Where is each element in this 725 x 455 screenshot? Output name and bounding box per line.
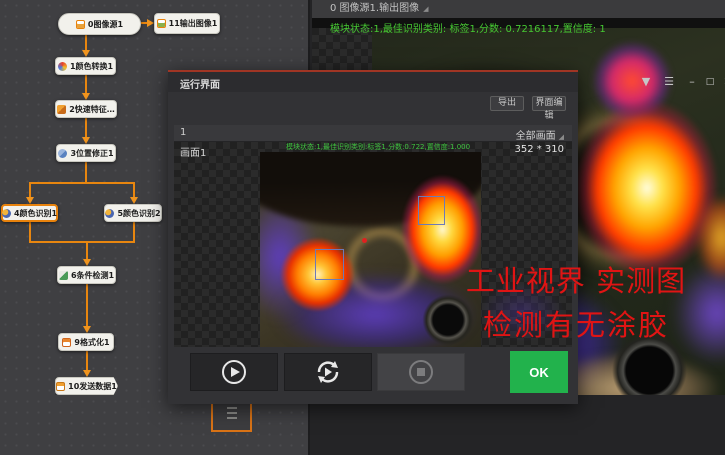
connector (86, 241, 88, 259)
close-icon[interactable]: ✕ (720, 75, 725, 89)
node-label: 4颜色识别1 (14, 208, 57, 219)
arrowhead (130, 197, 138, 204)
position-fix-icon (58, 149, 67, 158)
connector (85, 35, 87, 51)
flow-node-partial[interactable] (211, 404, 252, 432)
output-image-icon (157, 19, 166, 28)
send-data-icon (56, 382, 65, 391)
purple-glow (472, 277, 572, 347)
dialog-title: 运行界面 (180, 76, 220, 91)
pin-icon[interactable]: ▼ (638, 75, 654, 89)
node-label: 3位置修正1 (70, 148, 113, 159)
run-interface-dialog: 运行界面 ▼ ☰ – □ ✕ 导出 界面编辑 1 全部画面◢ 画面1 模块状态:… (168, 70, 578, 404)
connector (29, 182, 31, 198)
node-label: 9格式化1 (74, 337, 109, 348)
stop-button (377, 353, 465, 391)
flow-node-color-recognize-1[interactable]: 4颜色识别1 (1, 204, 58, 222)
condition-check-icon (59, 271, 68, 280)
detection-box (418, 196, 445, 225)
arrowhead (147, 19, 154, 27)
play-icon (221, 359, 247, 385)
view-index: 1 (180, 127, 186, 138)
flow-node-output-image[interactable]: 11输出图像1 (154, 13, 220, 34)
node-label: 5颜色识别2 (117, 208, 160, 219)
dialog-title-bar[interactable]: 运行界面 ▼ ☰ – □ ✕ (168, 72, 578, 92)
flow-node-condition-check[interactable]: 6条件检测1 (57, 266, 116, 284)
connector (133, 222, 135, 243)
node-label: 0图像源1 (88, 19, 123, 30)
connector (85, 162, 87, 183)
chevron-down-icon: ◢ (559, 133, 564, 141)
results-panel: 序号 类别名 分数 0 标签1 0.722 区域 色相 模型区域 (312, 395, 725, 455)
node-label: 10发送数据1 (68, 381, 117, 392)
arrowhead (82, 50, 90, 57)
flow-node-feature-match[interactable]: 2快速特征… (55, 100, 117, 118)
run-continuous-button[interactable] (284, 353, 372, 391)
arrowhead (83, 370, 91, 377)
detection-box (315, 249, 344, 280)
flow-node-image-source[interactable]: 0图像源1 (58, 13, 141, 35)
hot-spot-right (395, 167, 481, 292)
arrowhead (83, 259, 91, 266)
viewer-title: 0 图像源1.输出图像 (330, 3, 419, 14)
screen-label: 画面1 (180, 144, 206, 159)
flow-node-format[interactable]: 9格式化1 (58, 333, 114, 351)
color-recognize-icon (105, 209, 114, 218)
node-label: 1颜色转换1 (70, 61, 113, 72)
node-label: 6条件检测1 (71, 270, 114, 281)
flow-node-position-fix[interactable]: 3位置修正1 (56, 144, 116, 162)
connector (29, 222, 31, 243)
arrowhead (82, 137, 90, 144)
connector (86, 284, 88, 327)
color-recognize-icon (2, 209, 11, 218)
loop-run-icon (314, 358, 342, 386)
app-window: 模块状态:1,最佳识别类别: 标签1,分数: 0.7216117,置信度: 1 … (0, 0, 725, 455)
dialog-status-text: 模块状态:1,最佳识别类别:标签1,分数:0.722,置信度:1.000 (286, 142, 470, 152)
flow-node-color-convert[interactable]: 1颜色转换1 (55, 57, 116, 75)
dialog-image-viewport[interactable]: 画面1 模块状态:1,最佳识别类别:标签1,分数:0.722,置信度:1.000… (174, 142, 572, 347)
feature-match-icon (57, 105, 66, 114)
flow-node-send-data[interactable]: 10发送数据1 (55, 377, 118, 395)
node-label: 11输出图像1 (169, 18, 218, 29)
maximize-icon[interactable]: □ (702, 75, 718, 89)
color-convert-icon (58, 62, 67, 71)
connector (86, 351, 88, 371)
minimize-icon[interactable]: – (684, 75, 700, 89)
chevron-down-icon: ◢ (423, 5, 428, 13)
screen-filter-dropdown[interactable]: 全部画面◢ (516, 127, 564, 142)
connector (29, 241, 135, 243)
connector (85, 118, 87, 138)
connector (29, 182, 135, 184)
module-status-text: 模块状态:1,最佳识别类别: 标签1,分数: 0.7216117,置信度: 1 (330, 20, 725, 35)
run-once-button[interactable] (190, 353, 278, 391)
screen-filter-label: 全部画面 (516, 131, 556, 142)
arrowhead (82, 93, 90, 100)
ok-button[interactable]: OK (510, 351, 568, 393)
export-button[interactable]: 导出 (490, 96, 524, 111)
node-label: 2快速特征… (69, 104, 115, 115)
viewer-title-bar[interactable]: 0 图像源1.输出图像 ◢ (312, 0, 725, 18)
view-selector-row: 1 全部画面◢ (174, 125, 572, 142)
bore-hole (418, 290, 478, 347)
menu-icon[interactable]: ☰ (661, 75, 677, 89)
interface-edit-button[interactable]: 界面编辑 (532, 96, 566, 111)
arrowhead (83, 326, 91, 333)
connector (85, 75, 87, 94)
format-icon (62, 338, 71, 347)
arrowhead (26, 197, 34, 204)
marker-dot (362, 238, 367, 243)
flow-node-color-recognize-2[interactable]: 5颜色识别2 (104, 204, 162, 222)
image-source-icon (76, 20, 85, 29)
resolution-label: 352 * 310 (514, 144, 564, 155)
inspection-image-small (260, 152, 481, 347)
stop-icon (408, 359, 434, 385)
connector (133, 182, 135, 198)
